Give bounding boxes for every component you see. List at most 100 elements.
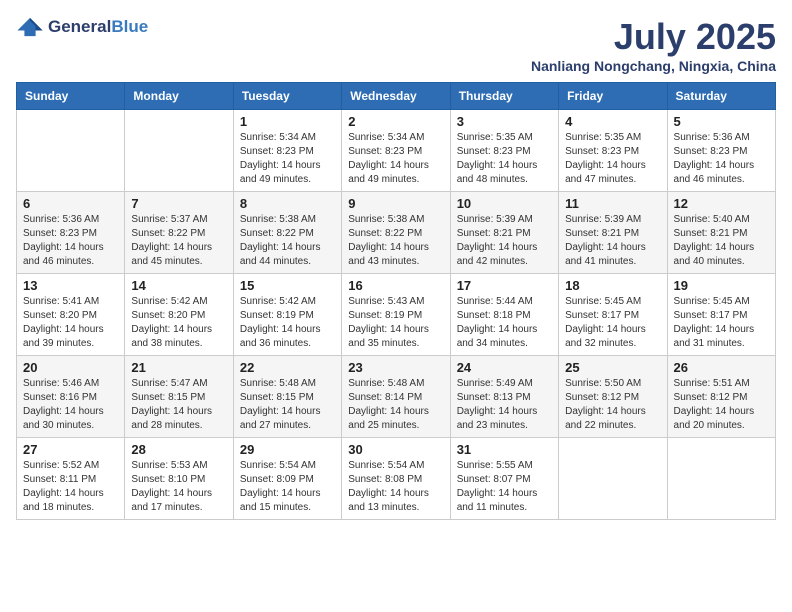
week-row-3: 13 Sunrise: 5:41 AMSunset: 8:20 PMDaylig… <box>17 274 776 356</box>
calendar-cell: 6 Sunrise: 5:36 AMSunset: 8:23 PMDayligh… <box>17 192 125 274</box>
day-number: 22 <box>240 360 335 375</box>
calendar-cell: 22 Sunrise: 5:48 AMSunset: 8:15 PMDaylig… <box>233 356 341 438</box>
day-info: Sunrise: 5:43 AMSunset: 8:19 PMDaylight:… <box>348 295 443 351</box>
location-title: Nanliang Nongchang, Ningxia, China <box>531 58 776 74</box>
weekday-header-wednesday: Wednesday <box>342 83 450 110</box>
day-number: 29 <box>240 442 335 457</box>
weekday-header-sunday: Sunday <box>17 83 125 110</box>
calendar-table: SundayMondayTuesdayWednesdayThursdayFrid… <box>16 82 776 520</box>
header: GeneralBlue July 2025 Nanliang Nongchang… <box>16 16 776 74</box>
day-number: 14 <box>131 278 226 293</box>
calendar-cell: 26 Sunrise: 5:51 AMSunset: 8:12 PMDaylig… <box>667 356 775 438</box>
calendar-cell: 14 Sunrise: 5:42 AMSunset: 8:20 PMDaylig… <box>125 274 233 356</box>
day-info: Sunrise: 5:40 AMSunset: 8:21 PMDaylight:… <box>674 213 769 269</box>
calendar-cell: 24 Sunrise: 5:49 AMSunset: 8:13 PMDaylig… <box>450 356 558 438</box>
day-number: 12 <box>674 196 769 211</box>
day-number: 27 <box>23 442 118 457</box>
day-info: Sunrise: 5:55 AMSunset: 8:07 PMDaylight:… <box>457 459 552 515</box>
calendar-cell: 15 Sunrise: 5:42 AMSunset: 8:19 PMDaylig… <box>233 274 341 356</box>
calendar-cell: 21 Sunrise: 5:47 AMSunset: 8:15 PMDaylig… <box>125 356 233 438</box>
day-info: Sunrise: 5:45 AMSunset: 8:17 PMDaylight:… <box>674 295 769 351</box>
week-row-5: 27 Sunrise: 5:52 AMSunset: 8:11 PMDaylig… <box>17 438 776 520</box>
day-info: Sunrise: 5:51 AMSunset: 8:12 PMDaylight:… <box>674 377 769 433</box>
day-info: Sunrise: 5:35 AMSunset: 8:23 PMDaylight:… <box>565 131 660 187</box>
calendar-cell: 8 Sunrise: 5:38 AMSunset: 8:22 PMDayligh… <box>233 192 341 274</box>
day-number: 4 <box>565 114 660 129</box>
title-area: July 2025 Nanliang Nongchang, Ningxia, C… <box>531 16 776 74</box>
calendar-cell: 25 Sunrise: 5:50 AMSunset: 8:12 PMDaylig… <box>559 356 667 438</box>
weekday-header-friday: Friday <box>559 83 667 110</box>
calendar-cell: 20 Sunrise: 5:46 AMSunset: 8:16 PMDaylig… <box>17 356 125 438</box>
calendar-cell: 16 Sunrise: 5:43 AMSunset: 8:19 PMDaylig… <box>342 274 450 356</box>
calendar-cell: 10 Sunrise: 5:39 AMSunset: 8:21 PMDaylig… <box>450 192 558 274</box>
day-number: 20 <box>23 360 118 375</box>
day-info: Sunrise: 5:48 AMSunset: 8:15 PMDaylight:… <box>240 377 335 433</box>
weekday-header-saturday: Saturday <box>667 83 775 110</box>
weekday-header-tuesday: Tuesday <box>233 83 341 110</box>
day-info: Sunrise: 5:35 AMSunset: 8:23 PMDaylight:… <box>457 131 552 187</box>
calendar-cell <box>667 438 775 520</box>
day-info: Sunrise: 5:54 AMSunset: 8:09 PMDaylight:… <box>240 459 335 515</box>
day-info: Sunrise: 5:41 AMSunset: 8:20 PMDaylight:… <box>23 295 118 351</box>
calendar-cell: 23 Sunrise: 5:48 AMSunset: 8:14 PMDaylig… <box>342 356 450 438</box>
calendar-cell: 5 Sunrise: 5:36 AMSunset: 8:23 PMDayligh… <box>667 110 775 192</box>
day-number: 30 <box>348 442 443 457</box>
day-number: 7 <box>131 196 226 211</box>
day-number: 10 <box>457 196 552 211</box>
day-info: Sunrise: 5:53 AMSunset: 8:10 PMDaylight:… <box>131 459 226 515</box>
calendar-cell <box>559 438 667 520</box>
calendar-cell: 29 Sunrise: 5:54 AMSunset: 8:09 PMDaylig… <box>233 438 341 520</box>
day-info: Sunrise: 5:49 AMSunset: 8:13 PMDaylight:… <box>457 377 552 433</box>
day-number: 11 <box>565 196 660 211</box>
day-number: 16 <box>348 278 443 293</box>
day-info: Sunrise: 5:45 AMSunset: 8:17 PMDaylight:… <box>565 295 660 351</box>
calendar-cell: 28 Sunrise: 5:53 AMSunset: 8:10 PMDaylig… <box>125 438 233 520</box>
calendar-cell: 3 Sunrise: 5:35 AMSunset: 8:23 PMDayligh… <box>450 110 558 192</box>
day-info: Sunrise: 5:42 AMSunset: 8:19 PMDaylight:… <box>240 295 335 351</box>
week-row-1: 1 Sunrise: 5:34 AMSunset: 8:23 PMDayligh… <box>17 110 776 192</box>
day-info: Sunrise: 5:34 AMSunset: 8:23 PMDaylight:… <box>348 131 443 187</box>
calendar-cell: 19 Sunrise: 5:45 AMSunset: 8:17 PMDaylig… <box>667 274 775 356</box>
calendar-cell: 12 Sunrise: 5:40 AMSunset: 8:21 PMDaylig… <box>667 192 775 274</box>
day-number: 3 <box>457 114 552 129</box>
calendar-cell: 9 Sunrise: 5:38 AMSunset: 8:22 PMDayligh… <box>342 192 450 274</box>
day-info: Sunrise: 5:46 AMSunset: 8:16 PMDaylight:… <box>23 377 118 433</box>
calendar-cell: 11 Sunrise: 5:39 AMSunset: 8:21 PMDaylig… <box>559 192 667 274</box>
calendar-cell: 13 Sunrise: 5:41 AMSunset: 8:20 PMDaylig… <box>17 274 125 356</box>
calendar-cell: 17 Sunrise: 5:44 AMSunset: 8:18 PMDaylig… <box>450 274 558 356</box>
day-number: 1 <box>240 114 335 129</box>
month-title: July 2025 <box>531 16 776 58</box>
day-number: 19 <box>674 278 769 293</box>
calendar-cell <box>125 110 233 192</box>
logo-icon <box>16 16 44 38</box>
day-number: 26 <box>674 360 769 375</box>
day-number: 23 <box>348 360 443 375</box>
day-info: Sunrise: 5:39 AMSunset: 8:21 PMDaylight:… <box>565 213 660 269</box>
day-number: 18 <box>565 278 660 293</box>
week-row-2: 6 Sunrise: 5:36 AMSunset: 8:23 PMDayligh… <box>17 192 776 274</box>
calendar-cell: 27 Sunrise: 5:52 AMSunset: 8:11 PMDaylig… <box>17 438 125 520</box>
day-number: 25 <box>565 360 660 375</box>
day-number: 9 <box>348 196 443 211</box>
calendar-cell: 4 Sunrise: 5:35 AMSunset: 8:23 PMDayligh… <box>559 110 667 192</box>
day-info: Sunrise: 5:39 AMSunset: 8:21 PMDaylight:… <box>457 213 552 269</box>
calendar-cell: 1 Sunrise: 5:34 AMSunset: 8:23 PMDayligh… <box>233 110 341 192</box>
calendar-cell: 30 Sunrise: 5:54 AMSunset: 8:08 PMDaylig… <box>342 438 450 520</box>
weekday-header-monday: Monday <box>125 83 233 110</box>
day-number: 2 <box>348 114 443 129</box>
logo: GeneralBlue <box>16 16 148 38</box>
day-number: 21 <box>131 360 226 375</box>
calendar-cell <box>17 110 125 192</box>
day-info: Sunrise: 5:38 AMSunset: 8:22 PMDaylight:… <box>240 213 335 269</box>
day-number: 28 <box>131 442 226 457</box>
day-info: Sunrise: 5:36 AMSunset: 8:23 PMDaylight:… <box>23 213 118 269</box>
day-number: 6 <box>23 196 118 211</box>
day-number: 24 <box>457 360 552 375</box>
calendar-cell: 18 Sunrise: 5:45 AMSunset: 8:17 PMDaylig… <box>559 274 667 356</box>
day-info: Sunrise: 5:42 AMSunset: 8:20 PMDaylight:… <box>131 295 226 351</box>
day-info: Sunrise: 5:50 AMSunset: 8:12 PMDaylight:… <box>565 377 660 433</box>
day-info: Sunrise: 5:37 AMSunset: 8:22 PMDaylight:… <box>131 213 226 269</box>
calendar-cell: 2 Sunrise: 5:34 AMSunset: 8:23 PMDayligh… <box>342 110 450 192</box>
day-info: Sunrise: 5:48 AMSunset: 8:14 PMDaylight:… <box>348 377 443 433</box>
day-info: Sunrise: 5:52 AMSunset: 8:11 PMDaylight:… <box>23 459 118 515</box>
